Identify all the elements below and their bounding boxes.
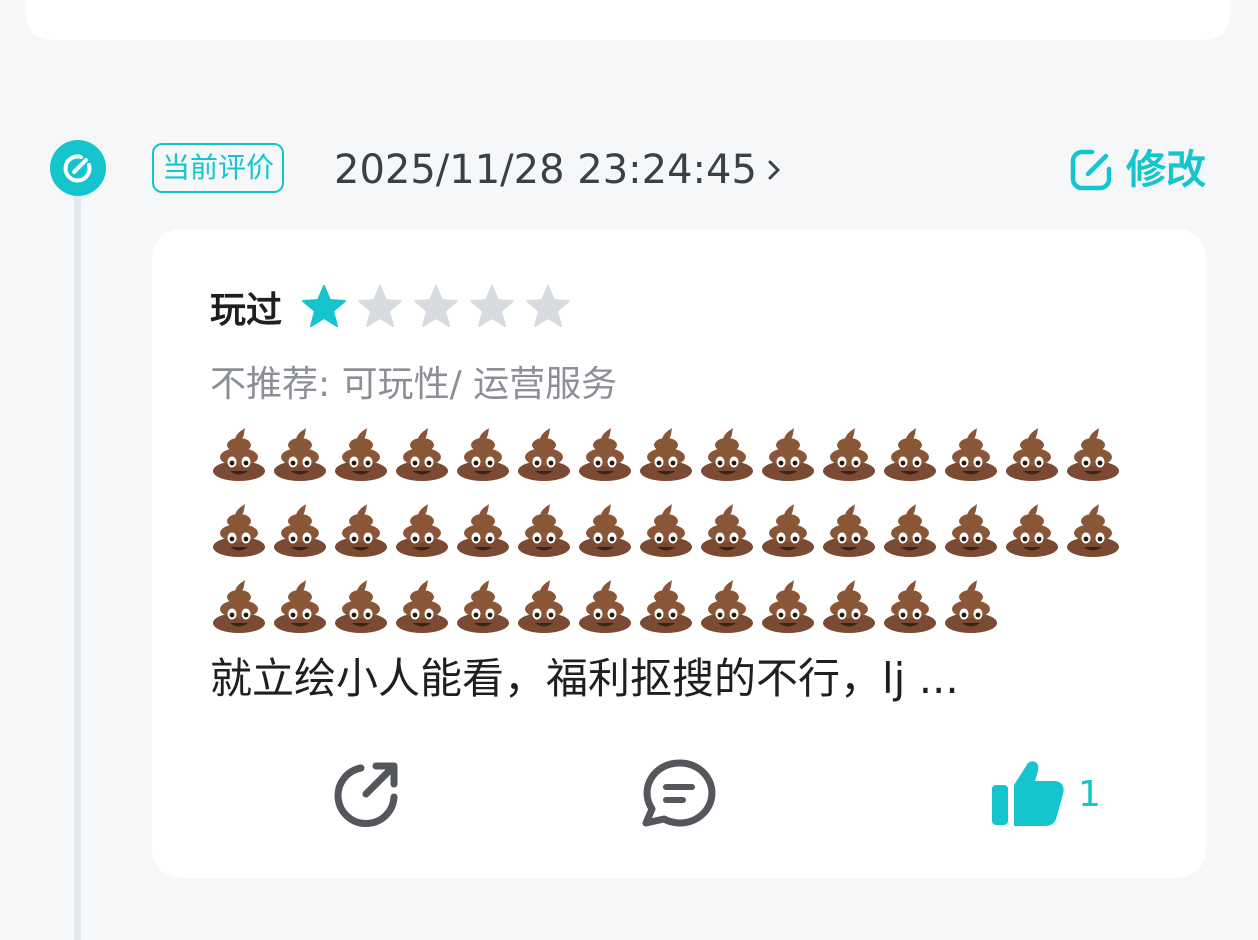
pile-of-poo-emoji <box>1062 500 1123 560</box>
pile-of-poo-emoji <box>452 576 513 636</box>
play-status: 玩过 <box>210 290 283 331</box>
like-count: 1 <box>1078 773 1101 815</box>
pile-of-poo-emoji <box>391 576 452 636</box>
pile-of-poo-emoji <box>757 576 818 636</box>
pile-of-poo-emoji <box>330 424 391 484</box>
pile-of-poo-emoji <box>1062 424 1123 484</box>
emoji-line <box>208 424 1128 500</box>
pile-of-poo-emoji <box>696 576 757 636</box>
pile-of-poo-emoji <box>574 500 635 560</box>
previous-card <box>26 0 1230 40</box>
like-button[interactable]: 1 <box>990 759 1101 829</box>
pile-of-poo-emoji <box>635 424 696 484</box>
pile-of-poo-emoji <box>818 424 879 484</box>
pile-of-poo-emoji <box>452 500 513 560</box>
current-review-badge: 当前评价 <box>152 143 285 193</box>
review-tags: 不推荐: 可玩性/ 运营服务 <box>210 364 618 405</box>
pile-of-poo-emoji <box>208 500 269 560</box>
edit-label: 修改 <box>1126 147 1206 193</box>
pile-of-poo-emoji <box>330 576 391 636</box>
pile-of-poo-emoji <box>574 576 635 636</box>
pile-of-poo-emoji <box>757 424 818 484</box>
pile-of-poo-emoji <box>269 500 330 560</box>
pile-of-poo-emoji <box>818 500 879 560</box>
pile-of-poo-emoji <box>1001 500 1062 560</box>
pile-of-poo-emoji <box>208 576 269 636</box>
chevron-right-icon <box>767 158 781 182</box>
pile-of-poo-emoji <box>269 424 330 484</box>
comment-icon <box>642 759 716 827</box>
timeline-line <box>74 190 81 940</box>
pile-of-poo-emoji <box>940 500 1001 560</box>
pile-of-poo-emoji <box>513 500 574 560</box>
pile-of-poo-emoji <box>1001 424 1062 484</box>
star-icon <box>296 282 352 332</box>
review-text[interactable]: 就立绘小人能看，福利抠搜的不行，lj ... <box>210 651 959 707</box>
pile-of-poo-emoji <box>513 576 574 636</box>
review-timestamp: 2025/11/28 23:24:45 <box>334 147 757 193</box>
pile-of-poo-emoji <box>757 500 818 560</box>
pile-of-poo-emoji <box>696 500 757 560</box>
share-button[interactable] <box>328 759 404 829</box>
pile-of-poo-emoji <box>513 424 574 484</box>
pile-of-poo-emoji <box>269 576 330 636</box>
edit-review-button[interactable]: 修改 <box>1068 146 1206 194</box>
star-icon <box>464 282 520 332</box>
pile-of-poo-emoji <box>879 424 940 484</box>
pile-of-poo-emoji <box>452 424 513 484</box>
pile-of-poo-emoji <box>696 424 757 484</box>
pile-of-poo-emoji <box>818 576 879 636</box>
pile-of-poo-emoji <box>208 424 269 484</box>
pile-of-poo-emoji <box>879 500 940 560</box>
thumbs-up-icon <box>992 761 1064 826</box>
emoji-line <box>208 576 1128 652</box>
pile-of-poo-emoji <box>635 500 696 560</box>
pile-of-poo-emoji <box>940 424 1001 484</box>
star-icon <box>352 282 408 332</box>
review-timestamp-link[interactable]: 2025/11/28 23:24:45 <box>334 146 781 194</box>
emoji-line <box>208 500 1128 576</box>
edit-circle-icon <box>50 140 106 196</box>
pile-of-poo-emoji <box>330 500 391 560</box>
edit-icon <box>1070 149 1112 191</box>
action-bar: 1 <box>152 759 1206 829</box>
pile-of-poo-emoji <box>574 424 635 484</box>
star-icon <box>408 282 464 332</box>
star-icon <box>520 282 576 332</box>
review-card[interactable]: 玩过 不推荐: 可玩性/ 运营服务 就立绘小人能看，福利抠搜的不行，lj ... <box>152 229 1206 878</box>
pile-of-poo-emoji <box>391 500 452 560</box>
comment-button[interactable] <box>641 759 717 829</box>
pile-of-poo-emoji <box>635 576 696 636</box>
review-header: 当前评价 2025/11/28 23:24:45 修改 <box>152 142 1206 198</box>
pile-of-poo-emoji <box>391 424 452 484</box>
emoji-content <box>208 424 1128 652</box>
star-rating <box>296 282 576 332</box>
pile-of-poo-emoji <box>879 576 940 636</box>
share-icon <box>334 762 398 828</box>
pile-of-poo-emoji <box>940 576 1001 636</box>
status-row: 玩过 <box>210 281 576 333</box>
